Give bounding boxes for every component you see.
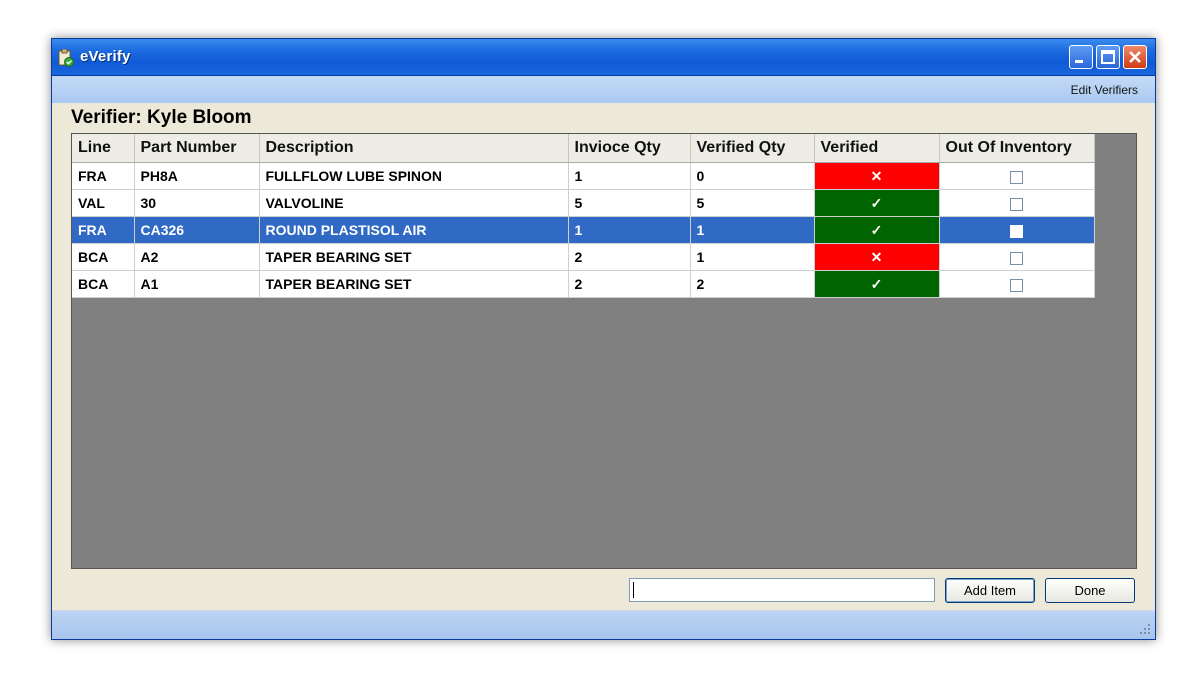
- minimize-button[interactable]: [1069, 45, 1093, 69]
- column-header-verified-qty[interactable]: Verified Qty: [690, 134, 815, 163]
- column-header-line[interactable]: Line: [72, 134, 135, 163]
- column-header-description[interactable]: Description: [259, 134, 569, 163]
- cell-line[interactable]: BCA: [72, 243, 135, 271]
- out-of-inventory-checkbox[interactable]: [1010, 197, 1023, 211]
- not-verified-x-icon[interactable]: ✕: [814, 162, 940, 190]
- cell-invoice-qty[interactable]: 2: [568, 243, 691, 271]
- table-row[interactable]: BCA A2 TAPER BEARING SET 2 1 ✕: [72, 243, 1095, 271]
- column-header-verified[interactable]: Verified: [814, 134, 940, 163]
- header-row: Line Part Number Description Invioce Qty…: [72, 134, 1095, 163]
- window-title: eVerify: [80, 48, 131, 65]
- items-table: Line Part Number Description Invioce Qty…: [72, 134, 1095, 298]
- cell-description[interactable]: ROUND PLASTISOL AIR: [259, 216, 569, 244]
- text-caret: [633, 582, 634, 598]
- status-bar: [52, 610, 1155, 639]
- column-header-out-of-inventory[interactable]: Out Of Inventory: [939, 134, 1095, 163]
- table-row[interactable]: BCA A1 TAPER BEARING SET 2 2 ✓: [72, 270, 1095, 298]
- cell-part-number[interactable]: CA326: [134, 216, 260, 244]
- cell-verified-qty[interactable]: 1: [690, 216, 815, 244]
- verifier-label: Verifier: Kyle Bloom: [71, 107, 252, 128]
- cell-out-of-inventory: [939, 162, 1095, 190]
- cell-invoice-qty[interactable]: 5: [568, 189, 691, 217]
- close-icon: [1129, 51, 1141, 63]
- add-item-button[interactable]: Add Item: [945, 578, 1035, 603]
- cell-invoice-qty[interactable]: 1: [568, 162, 691, 190]
- verified-check-icon[interactable]: ✓: [814, 216, 940, 244]
- cell-verified-qty[interactable]: 0: [690, 162, 815, 190]
- minimize-icon: [1075, 60, 1083, 63]
- cell-part-number[interactable]: 30: [134, 189, 260, 217]
- cell-description[interactable]: TAPER BEARING SET: [259, 270, 569, 298]
- table-row[interactable]: VAL 30 VALVOLINE 5 5 ✓: [72, 189, 1095, 217]
- out-of-inventory-checkbox[interactable]: [1010, 224, 1023, 238]
- not-verified-x-icon[interactable]: ✕: [814, 243, 940, 271]
- everify-window: eVerify Edit Verifiers Verifier: Kyle Bl…: [51, 38, 1156, 640]
- cell-out-of-inventory: [939, 216, 1095, 244]
- cell-out-of-inventory: [939, 243, 1095, 271]
- edit-verifiers-menu[interactable]: Edit Verifiers: [1071, 83, 1138, 97]
- title-bar[interactable]: eVerify: [52, 39, 1155, 76]
- cell-part-number[interactable]: PH8A: [134, 162, 260, 190]
- column-header-part-number[interactable]: Part Number: [134, 134, 260, 163]
- close-button[interactable]: [1123, 45, 1147, 69]
- cell-verified-qty[interactable]: 1: [690, 243, 815, 271]
- cell-part-number[interactable]: A2: [134, 243, 260, 271]
- column-header-invoice-qty[interactable]: Invioce Qty: [568, 134, 691, 163]
- table-row[interactable]: FRA PH8A FULLFLOW LUBE SPINON 1 0 ✕: [72, 162, 1095, 190]
- out-of-inventory-checkbox[interactable]: [1010, 278, 1023, 292]
- menu-bar: Edit Verifiers: [52, 76, 1155, 103]
- maximize-icon: [1101, 50, 1115, 64]
- resize-grip-icon[interactable]: [1139, 623, 1151, 635]
- maximize-button[interactable]: [1096, 45, 1120, 69]
- cell-invoice-qty[interactable]: 2: [568, 270, 691, 298]
- cell-out-of-inventory: [939, 189, 1095, 217]
- clipboard-check-icon: [58, 48, 74, 67]
- cell-verified-qty[interactable]: 5: [690, 189, 815, 217]
- done-button[interactable]: Done: [1045, 578, 1135, 603]
- cell-line[interactable]: FRA: [72, 162, 135, 190]
- add-item-input[interactable]: [629, 578, 935, 602]
- out-of-inventory-checkbox[interactable]: [1010, 251, 1023, 265]
- items-grid[interactable]: Line Part Number Description Invioce Qty…: [71, 133, 1137, 569]
- cell-description[interactable]: VALVOLINE: [259, 189, 569, 217]
- cell-part-number[interactable]: A1: [134, 270, 260, 298]
- verified-check-icon[interactable]: ✓: [814, 189, 940, 217]
- cell-invoice-qty[interactable]: 1: [568, 216, 691, 244]
- cell-out-of-inventory: [939, 270, 1095, 298]
- cell-line[interactable]: VAL: [72, 189, 135, 217]
- cell-verified-qty[interactable]: 2: [690, 270, 815, 298]
- cell-description[interactable]: TAPER BEARING SET: [259, 243, 569, 271]
- table-row[interactable]: FRA CA326 ROUND PLASTISOL AIR 1 1 ✓: [72, 216, 1095, 244]
- cell-line[interactable]: FRA: [72, 216, 135, 244]
- verified-check-icon[interactable]: ✓: [814, 270, 940, 298]
- cell-description[interactable]: FULLFLOW LUBE SPINON: [259, 162, 569, 190]
- cell-line[interactable]: BCA: [72, 270, 135, 298]
- out-of-inventory-checkbox[interactable]: [1010, 170, 1023, 184]
